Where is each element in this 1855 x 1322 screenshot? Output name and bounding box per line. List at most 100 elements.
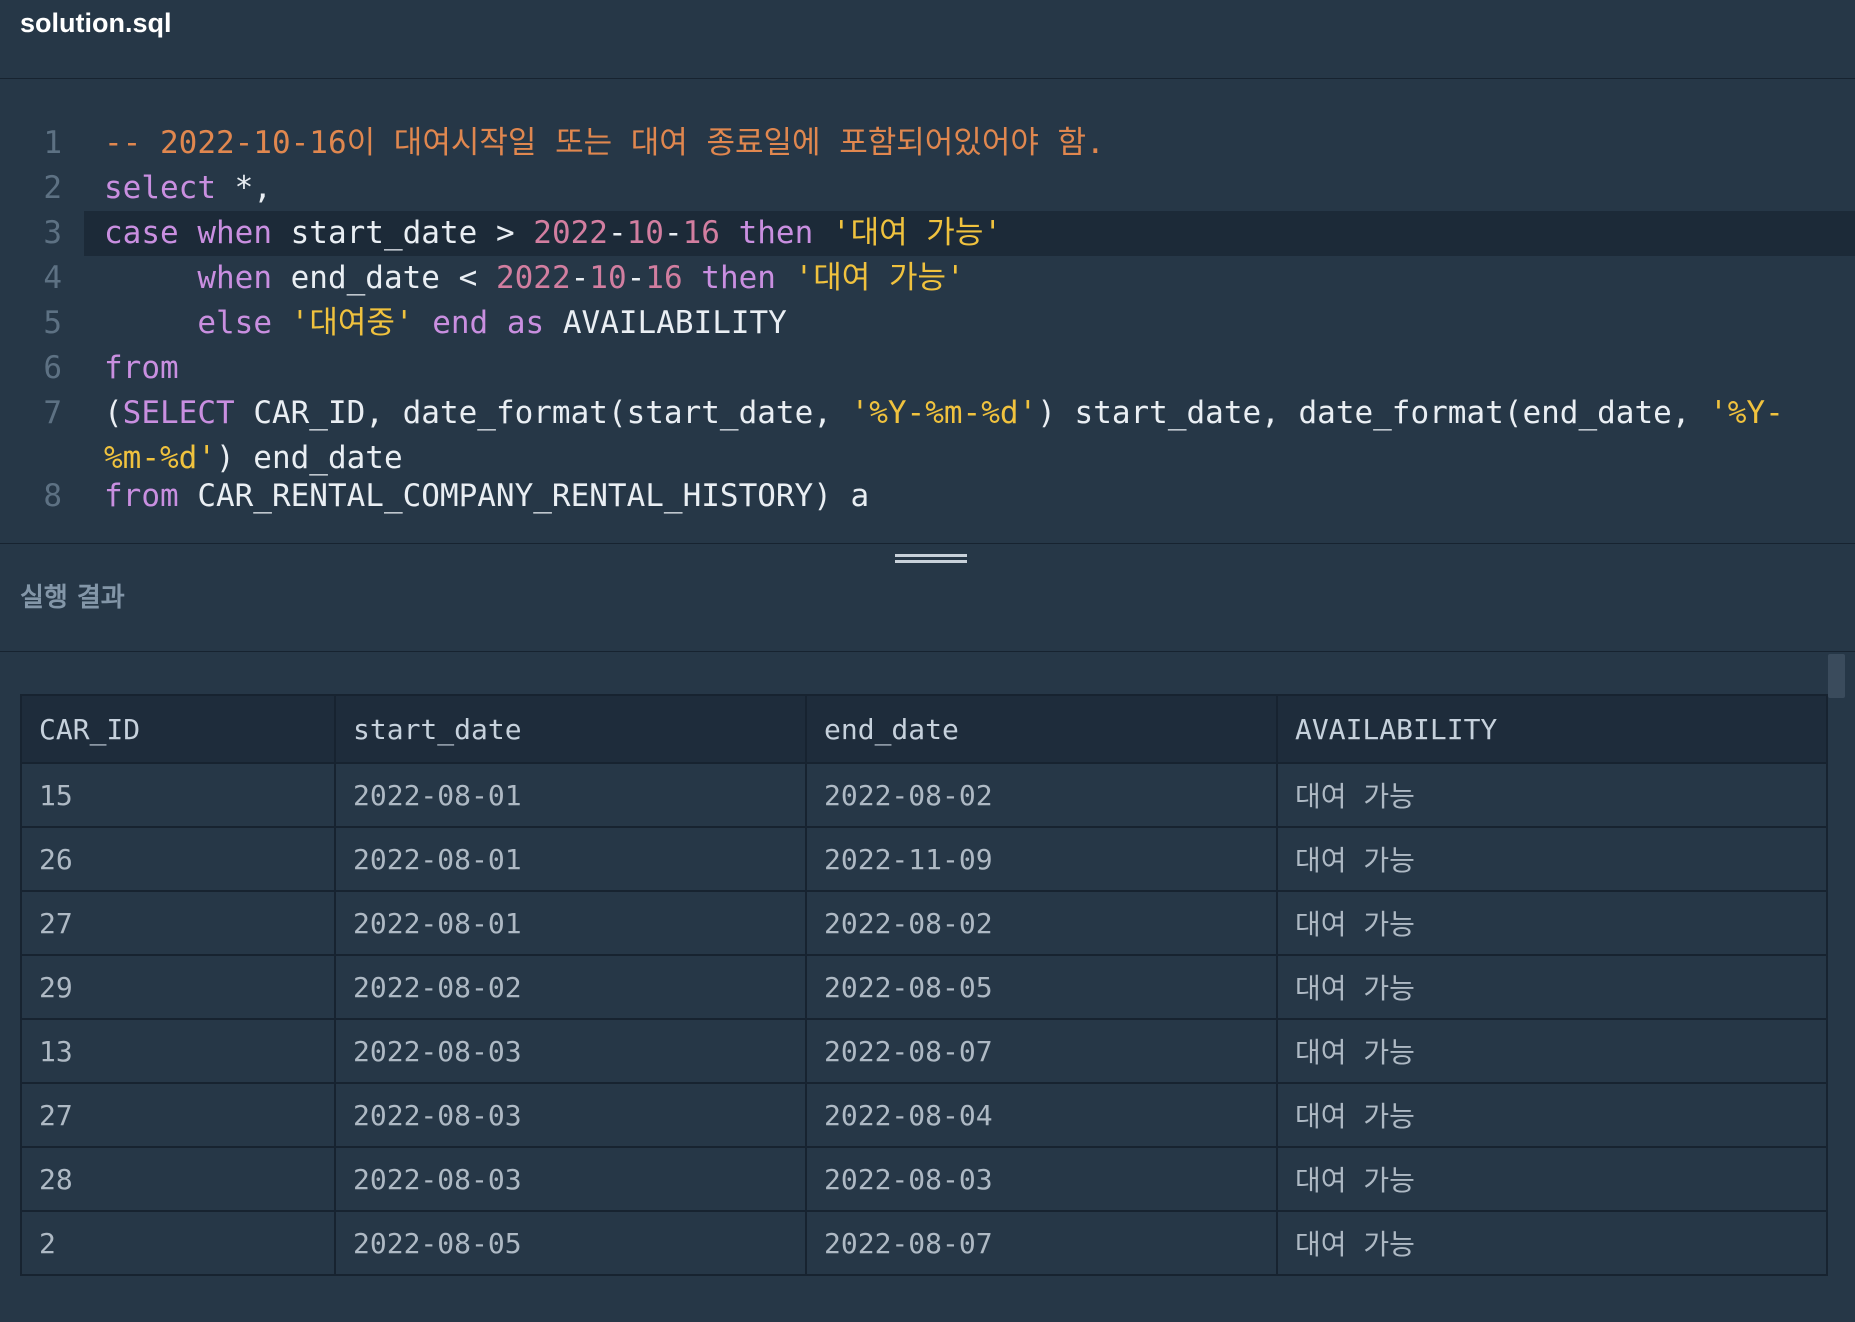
table-cell: 2022-11-09 [805,826,1278,892]
table-cell: 2022-08-07 [805,1018,1278,1084]
line-number: 2 [43,170,62,206]
code-token: - [626,260,646,296]
code-text: else '대여중' end as AVAILABILITY [104,301,787,346]
table-row: 28 2022-08-03 2022-08-03 대여 가능 [20,1146,1828,1212]
code-token: then [701,260,776,296]
handle-line-bottom [895,560,967,563]
result-table: CAR_ID start_date end_date AVAILABILITY … [20,694,1828,1276]
table-cell: 대여 가능 [1276,826,1828,892]
line-number: 3 [43,215,62,251]
result-title: 실행 결과 [20,583,125,613]
code-token: %m-%d' [104,440,216,476]
table-row: 15 2022-08-01 2022-08-02 대여 가능 [20,762,1828,828]
code-line[interactable]: 8 from CAR_RENTAL_COMPANY_RENTAL_HISTORY)… [0,474,1855,519]
code-line[interactable]: 7 (SELECT CAR_ID, date_format(start_date,… [0,391,1855,436]
table-cell: 2022-08-03 [334,1146,807,1212]
table-cell: 대여 가능 [1276,762,1828,828]
code-token: then [738,215,814,251]
code-token: 2022 [533,215,608,251]
column-header: AVAILABILITY [1276,694,1828,764]
table-row: 27 2022-08-03 2022-08-04 대여 가능 [20,1082,1828,1148]
code-line[interactable]: 3 case when start_date > 2022-10-16 then … [0,211,1855,256]
code-text: when end_date < 2022-10-16 then '대여 가능' [104,256,965,301]
table-cell: 2022-08-01 [334,826,807,892]
code-token: from [104,478,179,514]
code-token: when [197,215,272,251]
table-cell: 29 [20,954,336,1020]
column-header: CAR_ID [20,694,336,764]
code-token: 16 [645,260,683,296]
code-token: *, [215,170,272,206]
table-row: 27 2022-08-01 2022-08-02 대여 가능 [20,890,1828,956]
code-token: ( [104,395,123,431]
table-cell: 2022-08-05 [334,1210,807,1276]
code-text: (SELECT CAR_ID, date_format(start_date, … [104,391,1784,436]
line-number: 6 [43,350,62,386]
code-token: case [104,215,179,251]
code-token: '%Y-%m-%d' [850,395,1038,431]
code-token: end_date < [271,260,496,296]
code-line[interactable]: 4 when end_date < 2022-10-16 then '대여 가능… [0,256,1855,301]
code-text: from [104,346,179,391]
code-line[interactable]: 1 -- 2022-10-16이 대여시작일 또는 대여 종료일에 포함되어있어야… [0,121,1855,166]
code-token: - [663,215,683,251]
code-line[interactable]: 6 from [0,346,1855,391]
result-panel: CAR_ID start_date end_date AVAILABILITY … [0,652,1855,1322]
code-line[interactable]: 5 else '대여중' end as AVAILABILITY [0,301,1855,346]
code-token: start_date > [271,215,534,251]
column-header: end_date [805,694,1278,764]
code-text: from CAR_RENTAL_COMPANY_RENTAL_HISTORY) … [104,474,869,519]
code-token: '대여 가능' [794,260,965,296]
table-row: 26 2022-08-01 2022-11-09 대여 가능 [20,826,1828,892]
line-number: 7 [43,395,62,431]
code-text: case when start_date > 2022-10-16 then '… [104,211,1002,256]
vertical-scrollbar[interactable] [1828,654,1845,698]
code-token: 10 [589,260,627,296]
code-token: 2022 [495,260,571,296]
table-cell: 대여 가능 [1276,1210,1828,1276]
table-cell: 2022-08-03 [805,1146,1278,1212]
code-token: '%Y- [1709,395,1784,431]
code-token: 10 [626,215,664,251]
table-cell: 15 [20,762,336,828]
code-token: when [197,260,272,296]
code-token: 16 [682,215,720,251]
table-row: 2 2022-08-05 2022-08-07 대여 가능 [20,1210,1828,1276]
code-token: select [104,170,216,206]
code-token: '대여 가능' [831,215,1003,251]
table-cell: 28 [20,1146,336,1212]
table-cell: 2022-08-07 [805,1210,1278,1276]
code-token: '대여중' [290,305,414,341]
table-cell: 26 [20,826,336,892]
table-cell: 2022-08-02 [805,762,1278,828]
code-token: AVAILABILITY [544,305,787,341]
table-cell: 2022-08-03 [334,1082,807,1148]
column-header: start_date [334,694,807,764]
line-number: 4 [43,260,62,296]
handle-line-top [895,554,967,557]
table-cell: 27 [20,890,336,956]
resize-handle[interactable] [895,551,967,571]
code-token: as [506,305,545,341]
code-text: -- 2022-10-16이 대여시작일 또는 대여 종료일에 포함되어있어야 … [104,121,1105,166]
code-token: -- 2022-10-16이 대여시작일 또는 대여 종료일에 포함되어있어야 … [104,125,1105,161]
code-token: from [104,350,179,386]
table-cell: 대여 가능 [1276,1082,1828,1148]
code-token: ) end_date [215,440,403,476]
line-number: 1 [43,125,62,161]
code-editor[interactable]: 1 -- 2022-10-16이 대여시작일 또는 대여 종료일에 포함되어있어야… [0,79,1855,544]
code-line[interactable]: 2 select *, [0,166,1855,211]
table-cell: 2022-08-05 [805,954,1278,1020]
table-cell: 2022-08-01 [334,762,807,828]
table-cell: 2022-08-03 [334,1018,807,1084]
file-title: solution.sql [20,8,172,38]
table-row: 13 2022-08-03 2022-08-07 대여 가능 [20,1018,1828,1084]
code-token: end [432,305,489,341]
